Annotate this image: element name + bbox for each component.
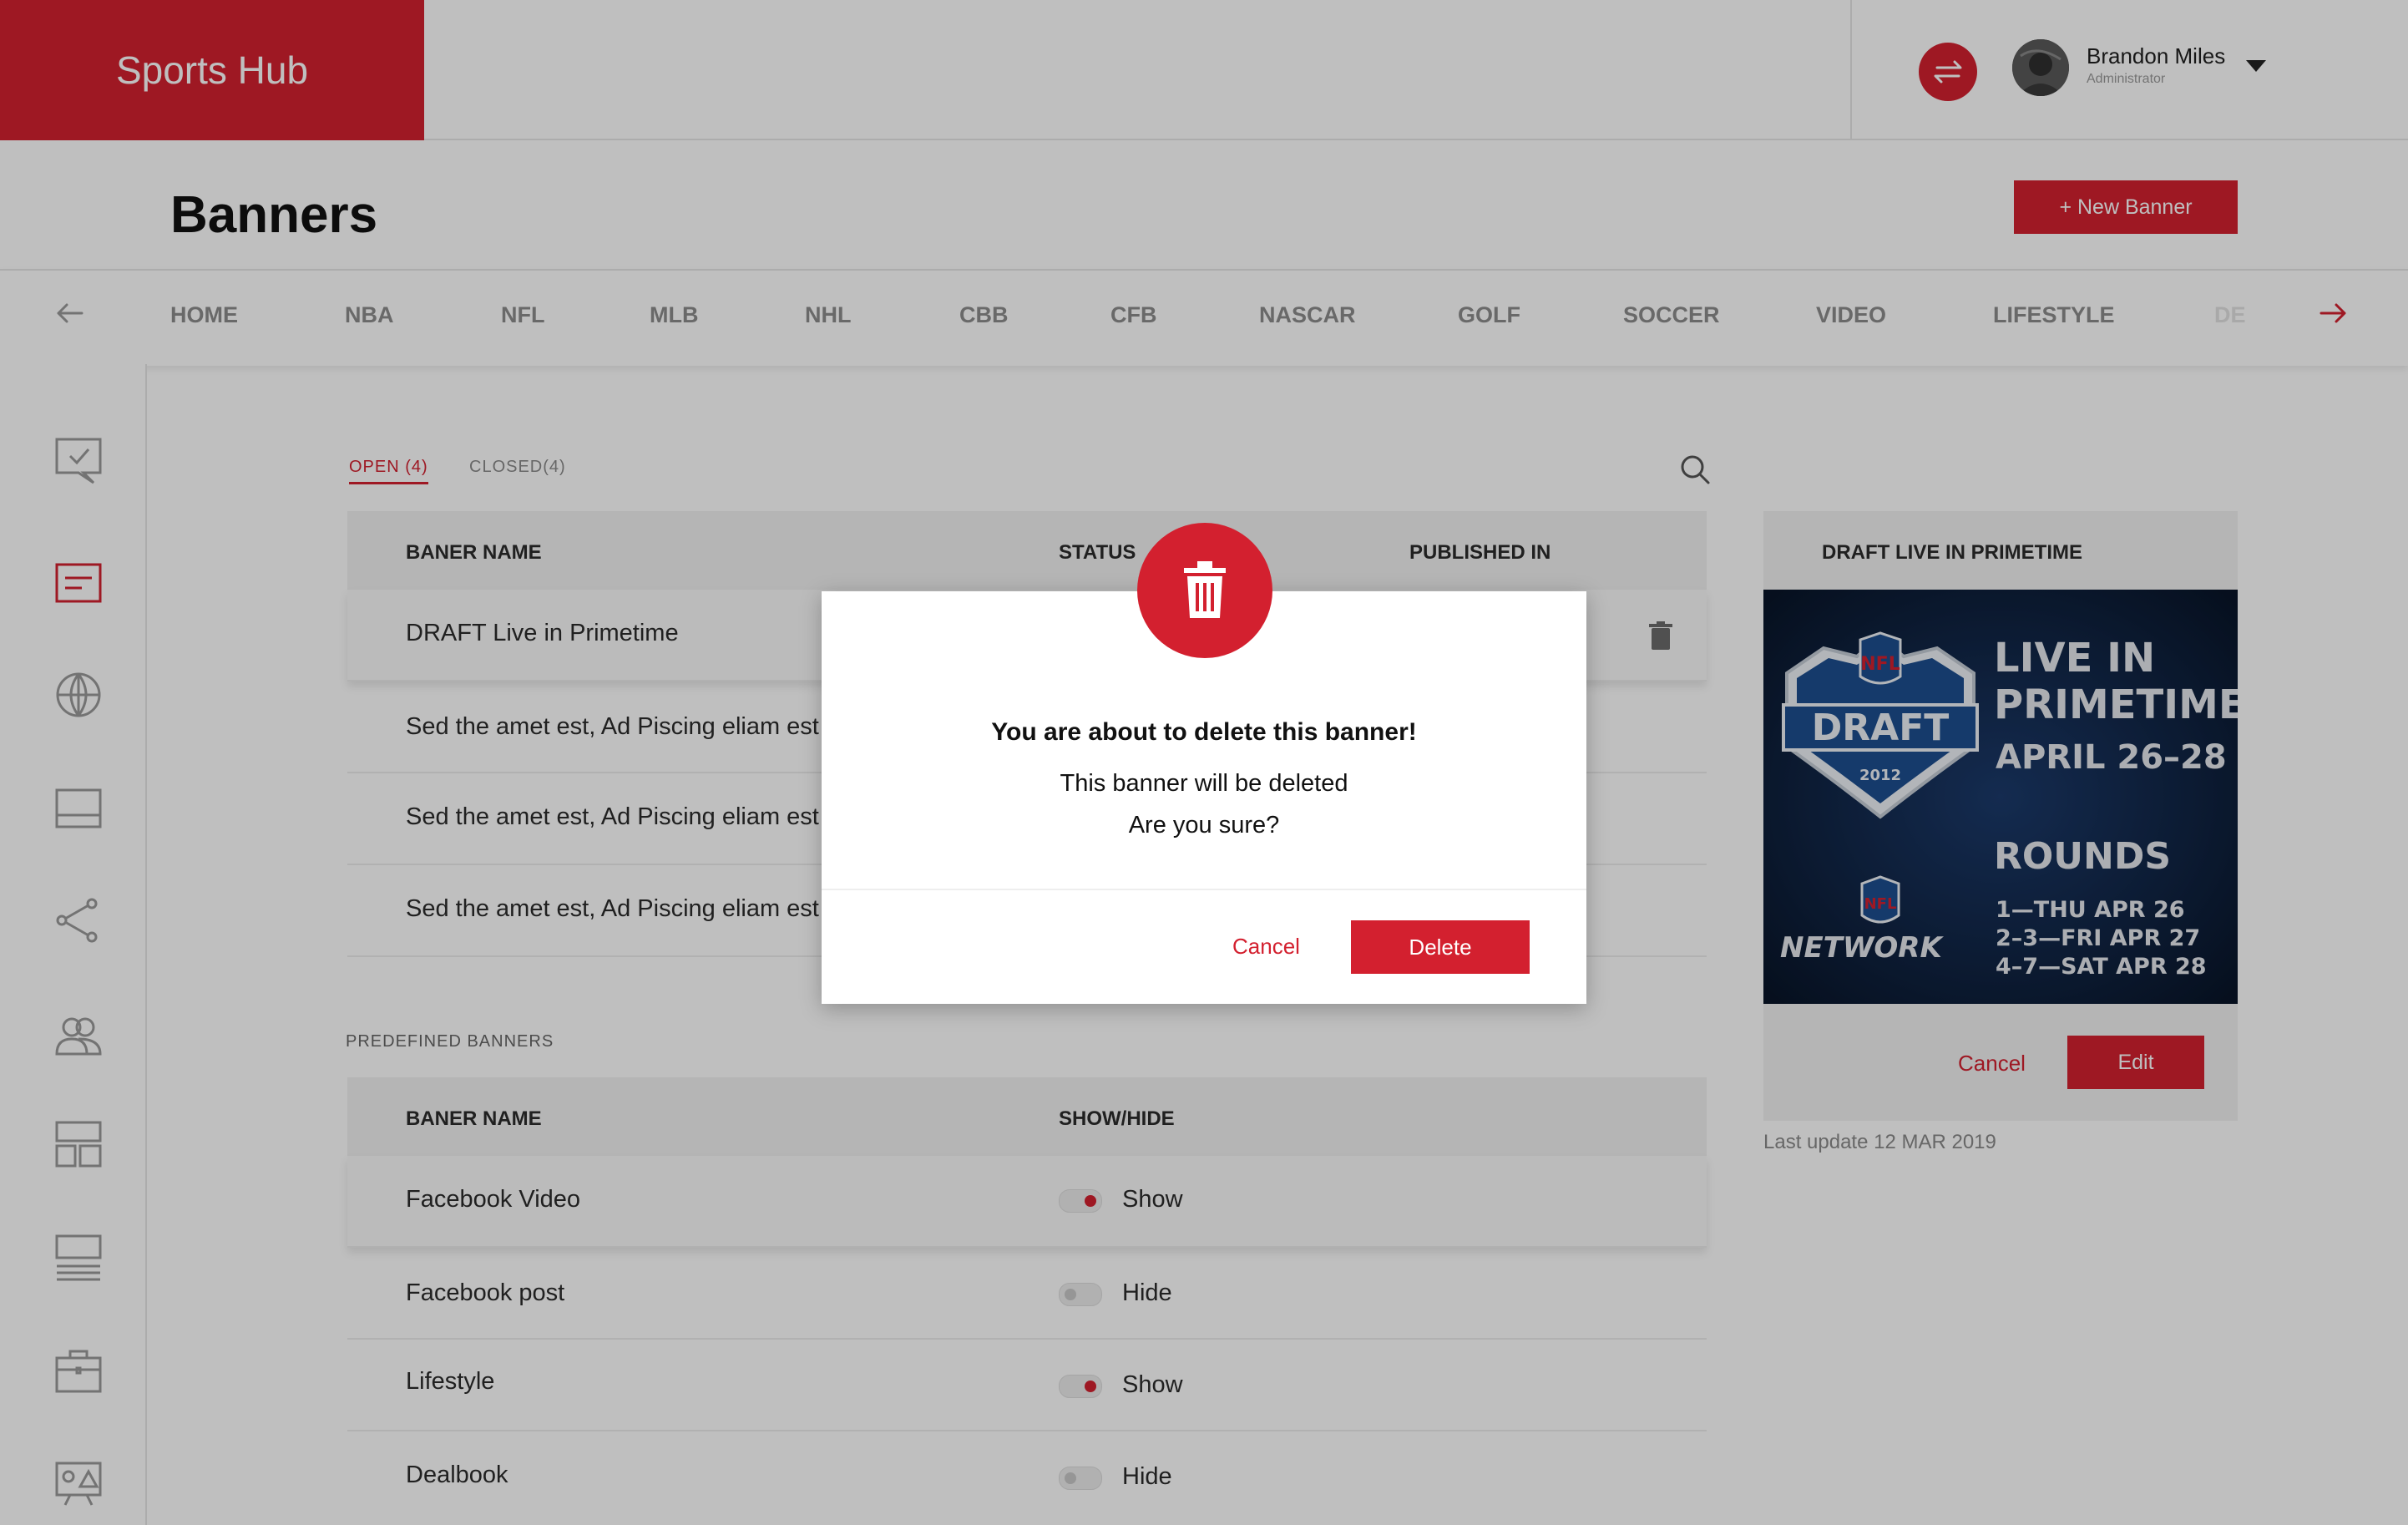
modal-question: Are you sure? <box>1128 812 1280 838</box>
modal-heading: You are about to delete this banner! <box>991 718 1417 746</box>
modal-divider <box>822 889 1586 890</box>
modal-cancel-button[interactable]: Cancel <box>1232 934 1300 960</box>
modal-message: This banner will be deleted <box>1060 770 1348 797</box>
trash-icon <box>1137 523 1272 658</box>
modal-delete-button[interactable]: Delete <box>1351 920 1530 974</box>
